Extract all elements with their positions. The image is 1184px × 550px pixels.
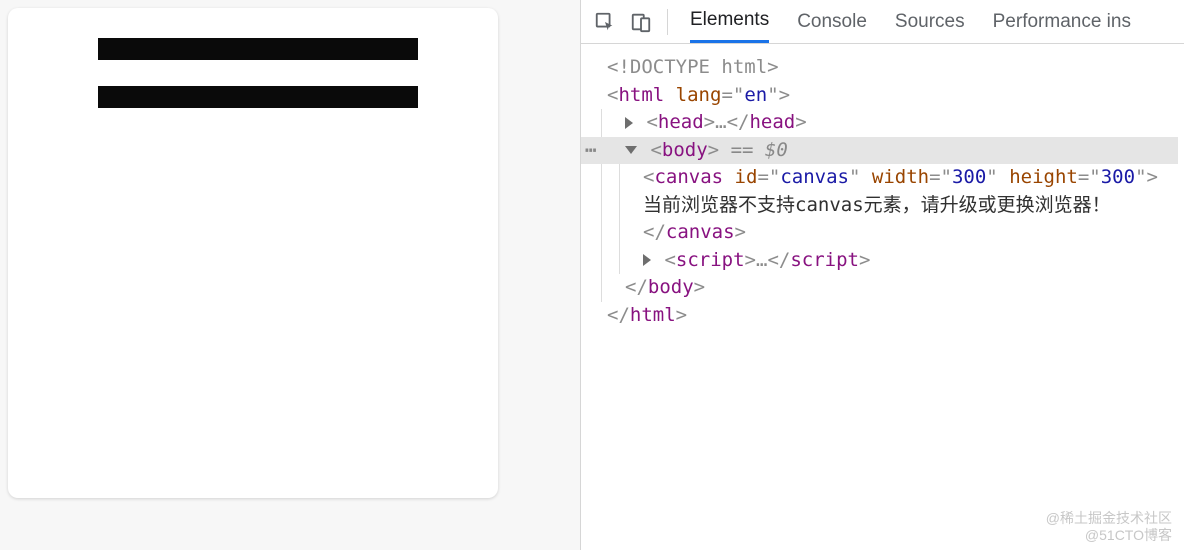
inspect-icon[interactable] [591,8,619,36]
tab-performance[interactable]: Performance ins [993,0,1131,43]
dom-doctype[interactable]: <!DOCTYPE html> [587,54,1178,82]
dom-body-open[interactable]: <body> == $0 [581,137,1178,165]
devtools-toolbar: Elements Console Sources Performance ins [581,0,1184,44]
dom-canvas-close[interactable]: </canvas> [587,219,1178,247]
dom-canvas-fallback[interactable]: 当前浏览器不支持canvas元素，请升级或更换浏览器！ [587,192,1178,220]
toolbar-separator [667,9,668,35]
collapse-arrow-icon[interactable] [625,146,637,154]
expand-arrow-icon[interactable] [643,254,651,266]
canvas-element [8,8,498,498]
dom-tree[interactable]: <!DOCTYPE html> <html lang="en"> <head>…… [581,44,1184,550]
tab-console[interactable]: Console [797,0,867,43]
devtools-panel: Elements Console Sources Performance ins… [580,0,1184,550]
watermark: @稀土掘金技术社区 @51CTO博客 [1046,510,1172,544]
devtools-tabs: Elements Console Sources Performance ins [690,0,1131,43]
tab-elements[interactable]: Elements [690,0,769,43]
dom-script[interactable]: <script>…</script> [587,247,1178,275]
dom-canvas-open[interactable]: <canvas id="canvas" width="300" height="… [587,164,1178,192]
expand-arrow-icon[interactable] [625,117,633,129]
rendered-page-pane [0,0,580,550]
device-toggle-icon[interactable] [627,8,655,36]
dom-body-close[interactable]: </body> [587,274,1178,302]
dom-html-open[interactable]: <html lang="en"> [587,82,1178,110]
canvas-stroke-2 [98,86,418,108]
canvas-stroke-1 [98,38,418,60]
dom-head[interactable]: <head>…</head> [587,109,1178,137]
tab-sources[interactable]: Sources [895,0,965,43]
dom-html-close[interactable]: </html> [587,302,1178,330]
